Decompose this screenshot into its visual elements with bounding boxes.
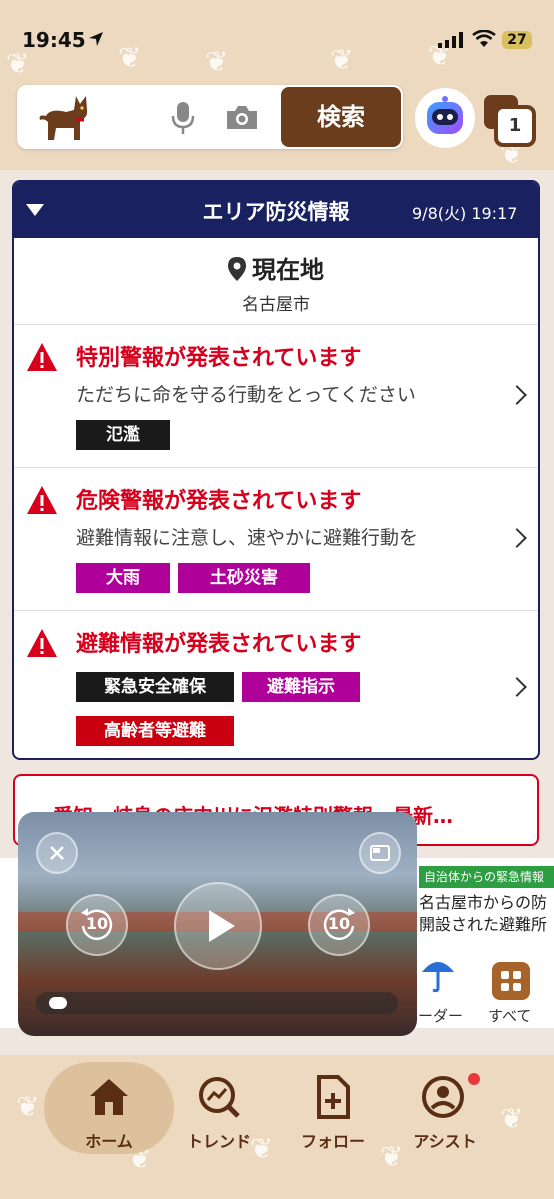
chevron-right-icon[interactable] <box>507 528 527 548</box>
tab-switcher-button[interactable]: 1 <box>482 93 536 147</box>
forward-button[interactable]: 10 <box>308 894 370 956</box>
home-icon[interactable] <box>86 1074 132 1120</box>
notification-dot <box>468 1073 480 1085</box>
alert-evacuation-info[interactable]: 避難情報が発表されています 緊急安全確保 避難指示 高齢者等避難 <box>14 610 538 758</box>
warning-icon <box>27 343 57 371</box>
pip-video-player[interactable]: 10 10 <box>18 812 417 1036</box>
alert-description: ただちに命を守る行動をとってください <box>76 384 416 406</box>
video-progress-bar[interactable] <box>36 992 398 1014</box>
progress-knob[interactable] <box>49 997 67 1009</box>
assistant-button[interactable] <box>415 88 475 148</box>
exit-pip-button[interactable] <box>359 832 401 874</box>
tag-emergency-safety: 緊急安全確保 <box>76 672 234 702</box>
tag-evacuation-order: 避難指示 <box>242 672 360 702</box>
assistant-robot-icon <box>427 96 463 134</box>
tab-trend-label[interactable]: トレンド <box>164 1128 274 1152</box>
paw-decoration-icon: ❦ <box>330 43 354 76</box>
alert-description: 避難情報に注意し、速やかに避難行動を <box>76 527 419 549</box>
camera-icon[interactable] <box>225 103 259 131</box>
trend-icon[interactable] <box>196 1074 242 1120</box>
chevron-right-icon[interactable] <box>507 677 527 697</box>
paw-decoration-icon: ❦ <box>500 1102 524 1135</box>
paw-decoration-icon: ❦ <box>205 45 229 78</box>
area-disaster-panel: エリア防災情報 9/8(火) 19:17 現在地 名古屋市 特別警報が発表されて… <box>12 180 540 760</box>
forward-seconds: 10 <box>327 914 351 933</box>
grid-icon <box>501 971 521 991</box>
tab-count: 1 <box>508 115 522 136</box>
warning-icon <box>27 486 57 514</box>
paw-decoration-icon: ❦ <box>6 47 30 80</box>
search-button[interactable]: 検索 <box>281 87 401 147</box>
chevron-right-icon[interactable] <box>507 385 527 405</box>
location-arrow-icon <box>89 32 103 46</box>
location-label: 現在地 <box>14 250 538 285</box>
alert-danger-warning[interactable]: 危険警報が発表されています 避難情報に注意し、速やかに避難行動を 大雨 土砂災害 <box>14 467 538 611</box>
location-city: 名古屋市 <box>242 295 310 315</box>
rewind-button[interactable]: 10 <box>66 894 128 956</box>
rewind-seconds: 10 <box>85 914 109 933</box>
cellular-signal-icon <box>438 32 463 48</box>
warning-icon <box>27 629 57 657</box>
battery-indicator: 27 <box>502 31 532 49</box>
tag-landslide: 土砂災害 <box>178 563 310 593</box>
alert-title: 特別警報が発表されています <box>76 346 362 371</box>
tab-assist-label[interactable]: アシスト <box>390 1128 500 1152</box>
tag-heavy-rain: 大雨 <box>76 563 170 593</box>
all-shortcuts-button[interactable] <box>492 962 530 1000</box>
microphone-icon[interactable] <box>170 100 196 136</box>
panel-datetime: 9/8(火) 19:17 <box>412 204 518 223</box>
picture-in-picture-icon <box>370 845 390 861</box>
all-shortcuts-label[interactable]: すべて <box>488 1005 531 1026</box>
emergency-line-2: 開設された避難所 <box>419 915 548 934</box>
wifi-icon <box>472 30 496 47</box>
emergency-label: 自治体からの緊急情報 <box>419 866 554 888</box>
tab-home-label[interactable]: ホーム <box>54 1128 164 1152</box>
alert-title: 避難情報が発表されています <box>76 632 362 657</box>
play-button[interactable] <box>174 882 262 970</box>
tab-follow-label[interactable]: フォロー <box>278 1128 388 1152</box>
alert-special-warning[interactable]: 特別警報が発表されています ただちに命を守る行動をとってください 氾濫 <box>14 324 538 468</box>
panel-header[interactable]: エリア防災情報 9/8(火) 19:17 <box>14 182 538 238</box>
cat-logo-icon <box>39 96 88 140</box>
close-video-button[interactable] <box>36 832 78 874</box>
paw-decoration-icon: ❦ <box>16 1090 40 1123</box>
emergency-text[interactable]: 名古屋市からの防 開設された避難所 <box>419 892 554 936</box>
tag-elderly-evacuation: 高齢者等避難 <box>76 716 234 746</box>
tag-flood: 氾濫 <box>76 420 170 450</box>
map-pin-icon <box>228 257 246 281</box>
alert-title: 危険警報が発表されています <box>76 489 362 514</box>
close-icon <box>50 846 64 860</box>
radar-shortcut-label[interactable]: ーダー <box>418 1005 463 1026</box>
emergency-line-1: 名古屋市からの防 <box>419 893 548 912</box>
location-section: 現在地 名古屋市 <box>14 238 538 325</box>
status-time: 19:45 <box>22 28 86 52</box>
follow-icon[interactable] <box>310 1074 356 1120</box>
paw-decoration-icon: ❦ <box>118 41 142 74</box>
play-icon <box>209 910 235 942</box>
location-title: 現在地 <box>252 256 324 284</box>
assist-user-icon[interactable] <box>420 1074 466 1120</box>
umbrella-icon[interactable] <box>420 954 456 994</box>
